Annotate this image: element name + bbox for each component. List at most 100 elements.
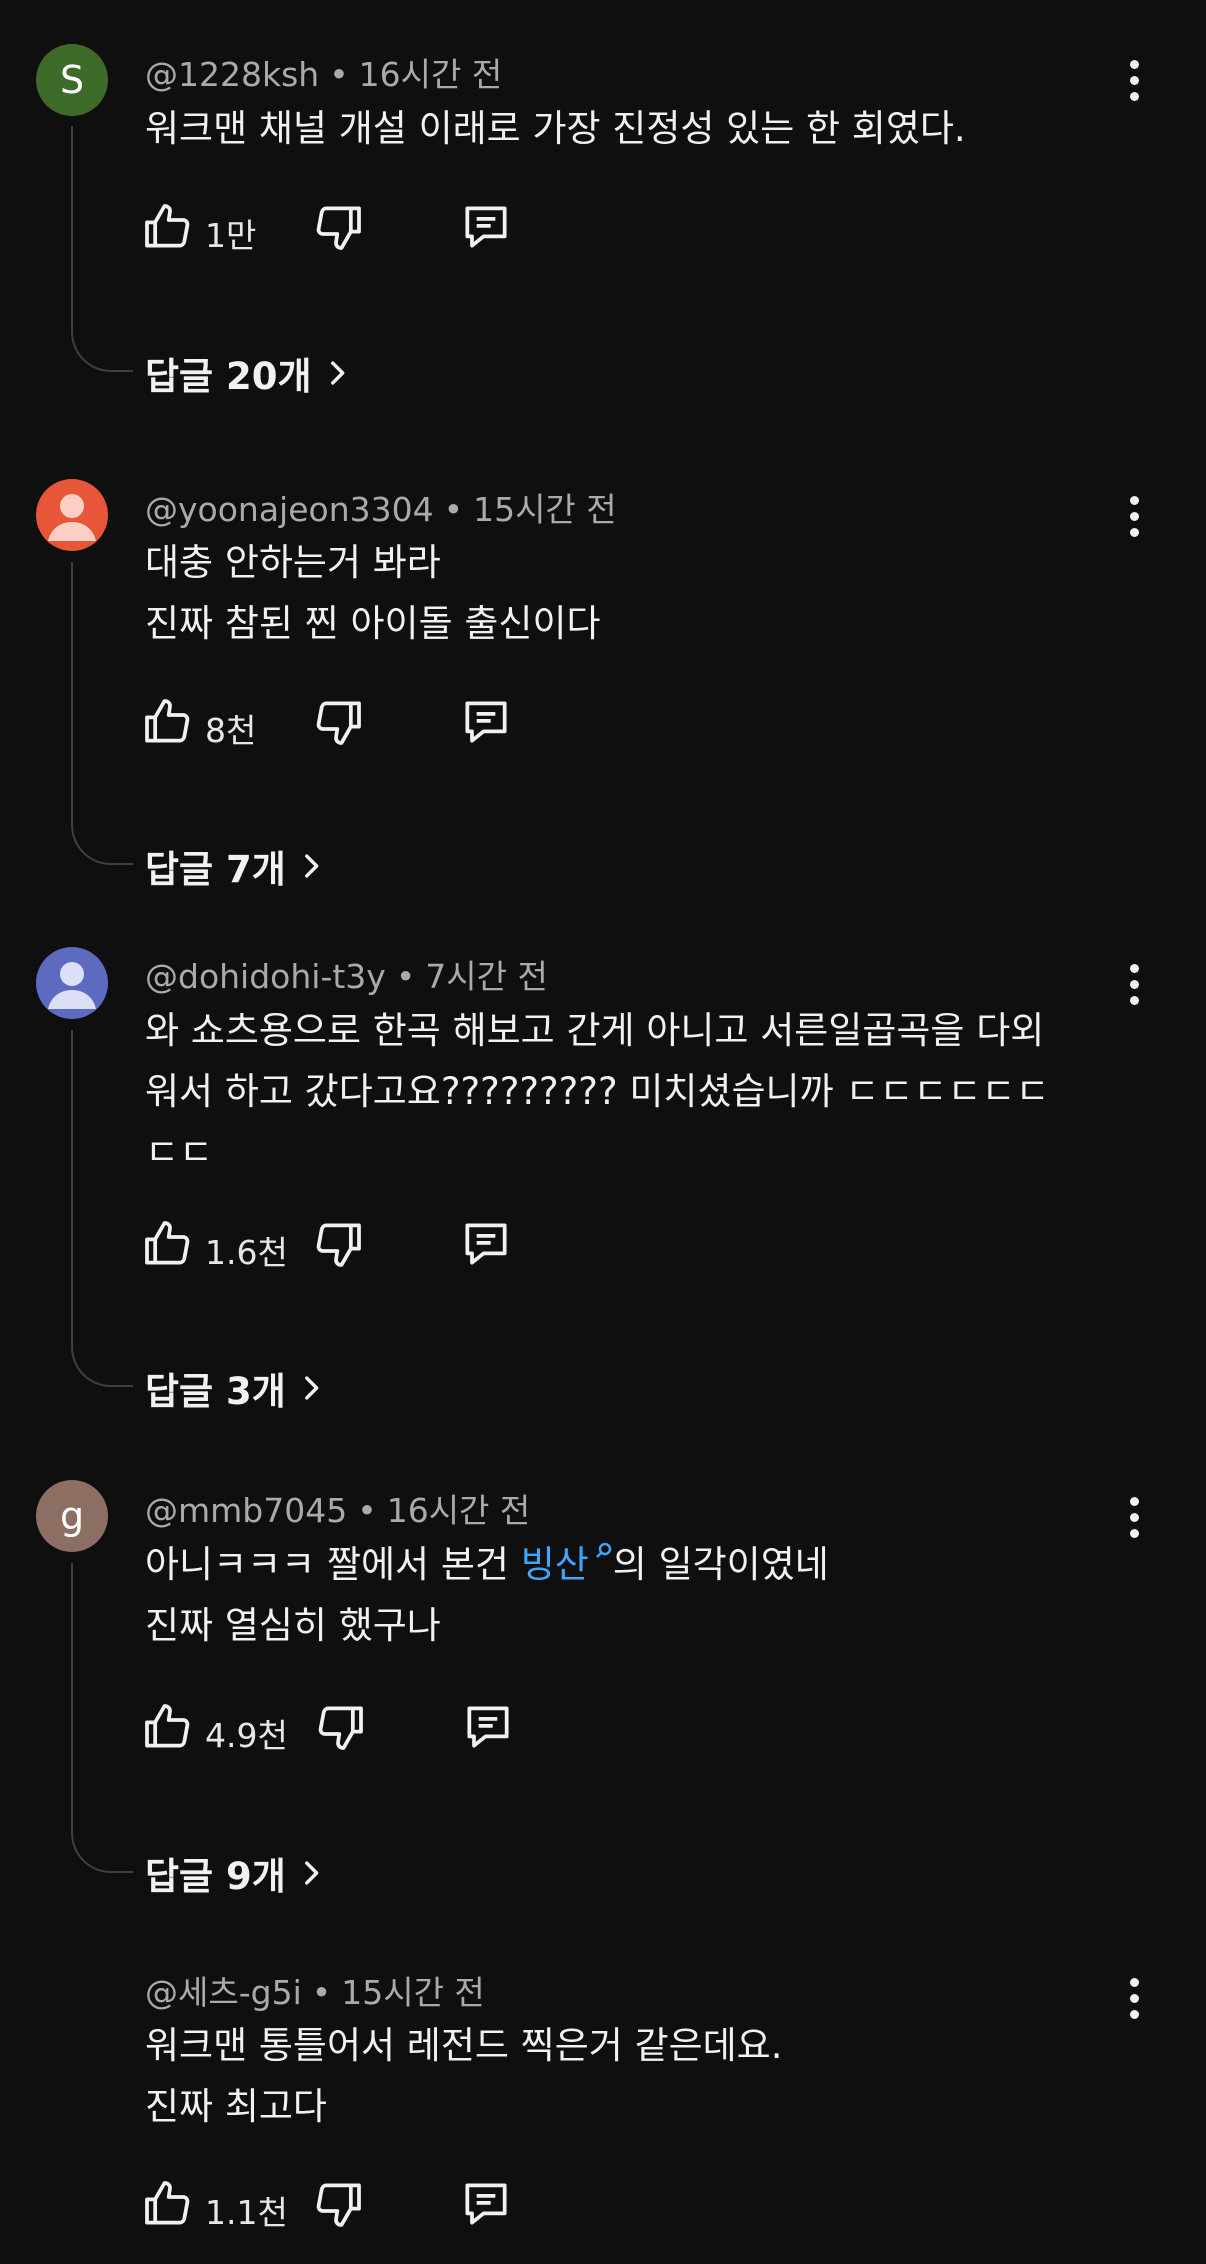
avatar-letter: g: [59, 1494, 85, 1538]
meta-separator: •: [443, 490, 464, 529]
dislike-button[interactable]: [310, 2176, 366, 2232]
avatar[interactable]: [36, 479, 108, 551]
comment-actions: 4.9천: [140, 1699, 640, 1759]
dislike-button[interactable]: [310, 1216, 366, 1272]
chevron-right-icon: [304, 854, 319, 878]
comment-text-line: 와 쇼츠용으로 한곡 해보고 간게 아니고 서른일곱곡을 다외: [145, 1009, 1045, 1052]
thumbs-up-icon: [145, 1221, 190, 1265]
reply-thread-line: [71, 126, 133, 372]
comment-icon: [465, 2183, 507, 2225]
dislike-button[interactable]: [312, 1699, 368, 1755]
comment-icon: [465, 1223, 507, 1265]
like-button[interactable]: [140, 199, 196, 255]
like-count: 8천: [205, 711, 257, 750]
chevron-right-icon: [304, 1861, 319, 1885]
comment-text: 아니ㅋㅋㅋ 짤에서 본건 빙산 의 일각이였네 진짜 열심히 했구나: [145, 1534, 1105, 1656]
search-link-label: 빙산: [520, 1543, 589, 1586]
comment-text-line: 진짜 열심히 했구나: [145, 1604, 441, 1647]
reply-button[interactable]: [458, 1216, 514, 1272]
comment-author[interactable]: @dohidohi-t3y: [145, 957, 386, 996]
replies-label: 답글 20개: [145, 355, 312, 398]
comment-icon: [465, 701, 507, 743]
reply-thread-line: [71, 562, 133, 865]
comment-text-line: 진짜 최고다: [145, 2085, 327, 2128]
more-options-button[interactable]: [1110, 1968, 1158, 2028]
comment-icon: [465, 206, 507, 248]
comment-actions: 1.1천: [140, 2176, 640, 2236]
chevron-right-icon: [330, 361, 344, 385]
thumbs-up-icon: [145, 2181, 190, 2225]
comment-author[interactable]: @1228ksh: [145, 55, 319, 94]
avatar[interactable]: g: [36, 1480, 108, 1552]
view-replies-button[interactable]: 답글 3개: [145, 1361, 328, 1415]
like-button[interactable]: [140, 694, 196, 750]
reply-thread-line: [71, 1563, 133, 1873]
avatar[interactable]: [36, 947, 108, 1019]
replies-label: 답글 7개: [145, 848, 286, 891]
like-count: 4.9천: [205, 1716, 288, 1755]
meta-separator: •: [395, 957, 416, 996]
comment-text-segment: 아니ㅋㅋㅋ 짤에서 본건: [145, 1543, 521, 1586]
like-count: 1.6천: [205, 1233, 288, 1272]
default-avatar-icon: [48, 962, 96, 1009]
comment-text-line: 워크맨 채널 개설 이래로 가장 진정성 있는 한 회였다.: [145, 107, 966, 150]
thumbs-up-icon: [145, 1704, 190, 1748]
search-icon: [595, 1542, 611, 1558]
more-options-button[interactable]: [1110, 954, 1158, 1014]
like-count: 1.1천: [205, 2193, 288, 2232]
like-button[interactable]: [140, 2176, 196, 2232]
reply-button[interactable]: [458, 2176, 514, 2232]
comment-text-line: 대충 안하는거 봐라: [145, 541, 441, 584]
comment-meta: @mmb7045 • 16시간 전: [145, 1484, 530, 1532]
more-options-button[interactable]: [1110, 50, 1158, 110]
like-button[interactable]: [140, 1216, 196, 1272]
comment-time[interactable]: 15시간 전: [341, 1973, 485, 2012]
comment-text-segment: 의 일각이였네: [612, 1543, 829, 1586]
comment-text-line: 진짜 참된 찐 아이돌 출신이다: [145, 602, 601, 645]
thumbs-down-icon: [316, 206, 361, 250]
comment-author[interactable]: @세츠-g5i: [145, 1973, 302, 2012]
comment-actions: 1만: [140, 199, 640, 259]
reply-thread-line: [71, 1030, 133, 1387]
view-replies-button[interactable]: 답글 7개: [145, 839, 328, 893]
comment-author[interactable]: @mmb7045: [145, 1491, 347, 1530]
comment-text-line: ㄷㄷ: [145, 1131, 214, 1174]
comment-text: 워크맨 통틀어서 레전드 찍은거 같은데요. 진짜 최고다: [145, 2015, 1105, 2137]
thumbs-down-icon: [316, 1223, 361, 1267]
comment-time[interactable]: 16시간 전: [387, 1491, 531, 1530]
comment-time[interactable]: 16시간 전: [359, 55, 503, 94]
search-link[interactable]: 빙산: [520, 1542, 613, 1586]
thumbs-down-icon: [316, 2183, 361, 2227]
reply-button[interactable]: [458, 694, 514, 750]
replies-label: 답글 3개: [145, 1370, 286, 1413]
thumbs-down-icon: [318, 1706, 363, 1750]
like-button[interactable]: [140, 1699, 196, 1755]
more-options-button[interactable]: [1110, 486, 1158, 546]
avatar[interactable]: S: [36, 44, 108, 116]
dislike-button[interactable]: [310, 694, 366, 750]
comment-time[interactable]: 7시간 전: [425, 957, 548, 996]
comment-meta: @1228ksh • 16시간 전: [145, 48, 502, 96]
comment-icon: [467, 1706, 509, 1748]
thumbs-up-icon: [145, 204, 190, 248]
comment-meta: @yoonajeon3304 • 15시간 전: [145, 483, 617, 531]
dislike-button[interactable]: [310, 199, 366, 255]
view-replies-button[interactable]: 답글 9개: [145, 1846, 328, 1900]
comment-text-line: 아니ㅋㅋㅋ 짤에서 본건 빙산 의 일각이였네: [145, 1534, 1105, 1595]
meta-separator: •: [311, 1973, 332, 2012]
meta-separator: •: [357, 1491, 377, 1530]
more-options-button[interactable]: [1110, 1487, 1158, 1547]
view-replies-button[interactable]: 답글 20개: [145, 346, 354, 400]
reply-button[interactable]: [458, 199, 514, 255]
comment-author[interactable]: @yoonajeon3304: [145, 490, 434, 529]
comment-time[interactable]: 15시간 전: [473, 490, 617, 529]
default-avatar-icon: [48, 494, 96, 541]
thumbs-up-icon: [145, 699, 190, 743]
comment-text-line: 워서 하고 갔다고요????????? 미치셨습니까 ㄷㄷㄷㄷㄷㄷ: [145, 1070, 1050, 1113]
reply-button[interactable]: [460, 1699, 516, 1755]
comment-meta: @dohidohi-t3y • 7시간 전: [145, 950, 548, 998]
meta-separator: •: [329, 55, 349, 94]
avatar-letter: S: [59, 58, 85, 102]
comment-text: 워크맨 채널 개설 이래로 가장 진정성 있는 한 회였다.: [145, 98, 1105, 159]
comment-actions: 8천: [140, 694, 640, 754]
